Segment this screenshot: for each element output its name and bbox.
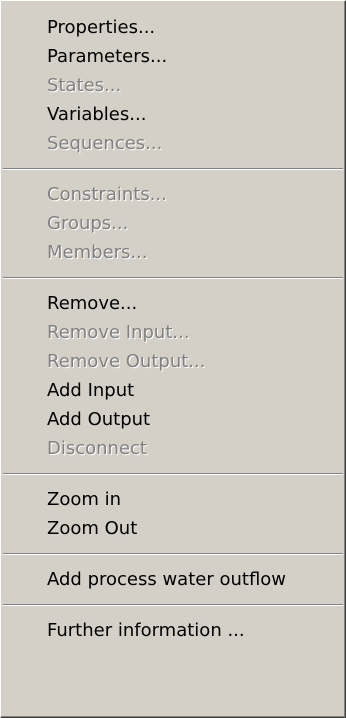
menu-item-groups: Groups... <box>47 213 129 234</box>
menu-item-sequences: Sequences... <box>47 133 163 154</box>
menu-item-remove-input: Remove Input... <box>47 322 190 343</box>
menu-group-process: Add process water outflow <box>1 565 345 594</box>
menu-item-add-process-water-outflow[interactable]: Add process water outflow <box>1 565 345 594</box>
menu-item-parameters[interactable]: Parameters... <box>1 42 345 71</box>
menu-item-further-information[interactable]: Further information ... <box>1 616 345 645</box>
menu-separator <box>3 604 343 606</box>
menu-item-properties[interactable]: Properties... <box>1 13 345 42</box>
menu-item-zoom-in[interactable]: Zoom in <box>1 485 345 514</box>
menu-group-structure: Constraints... Groups... Members... <box>1 180 345 267</box>
menu-item-members: Members... <box>47 242 148 263</box>
menu-separator <box>3 277 343 279</box>
menu-separator <box>3 168 343 170</box>
menu-separator <box>3 553 343 555</box>
menu-group-info: Further information ... <box>1 616 345 645</box>
menu-item-add-input[interactable]: Add Input <box>1 376 345 405</box>
menu-item-remove[interactable]: Remove... <box>1 289 345 318</box>
menu-item-variables[interactable]: Variables... <box>1 100 345 129</box>
menu-item-remove-output: Remove Output... <box>47 351 206 372</box>
menu-item-states: States... <box>47 75 122 96</box>
menu-item-constraints: Constraints... <box>47 184 167 205</box>
menu-item-zoom-out[interactable]: Zoom Out <box>1 514 345 543</box>
menu-group-zoom: Zoom in Zoom Out <box>1 485 345 543</box>
menu-group-connections: Remove... Remove Input... Remove Output.… <box>1 289 345 463</box>
menu-item-disconnect: Disconnect <box>47 438 147 459</box>
context-menu: Properties... Parameters... States... Va… <box>0 0 346 718</box>
menu-item-add-output[interactable]: Add Output <box>1 405 345 434</box>
menu-separator <box>3 473 343 475</box>
menu-group-properties: Properties... Parameters... States... Va… <box>1 13 345 158</box>
